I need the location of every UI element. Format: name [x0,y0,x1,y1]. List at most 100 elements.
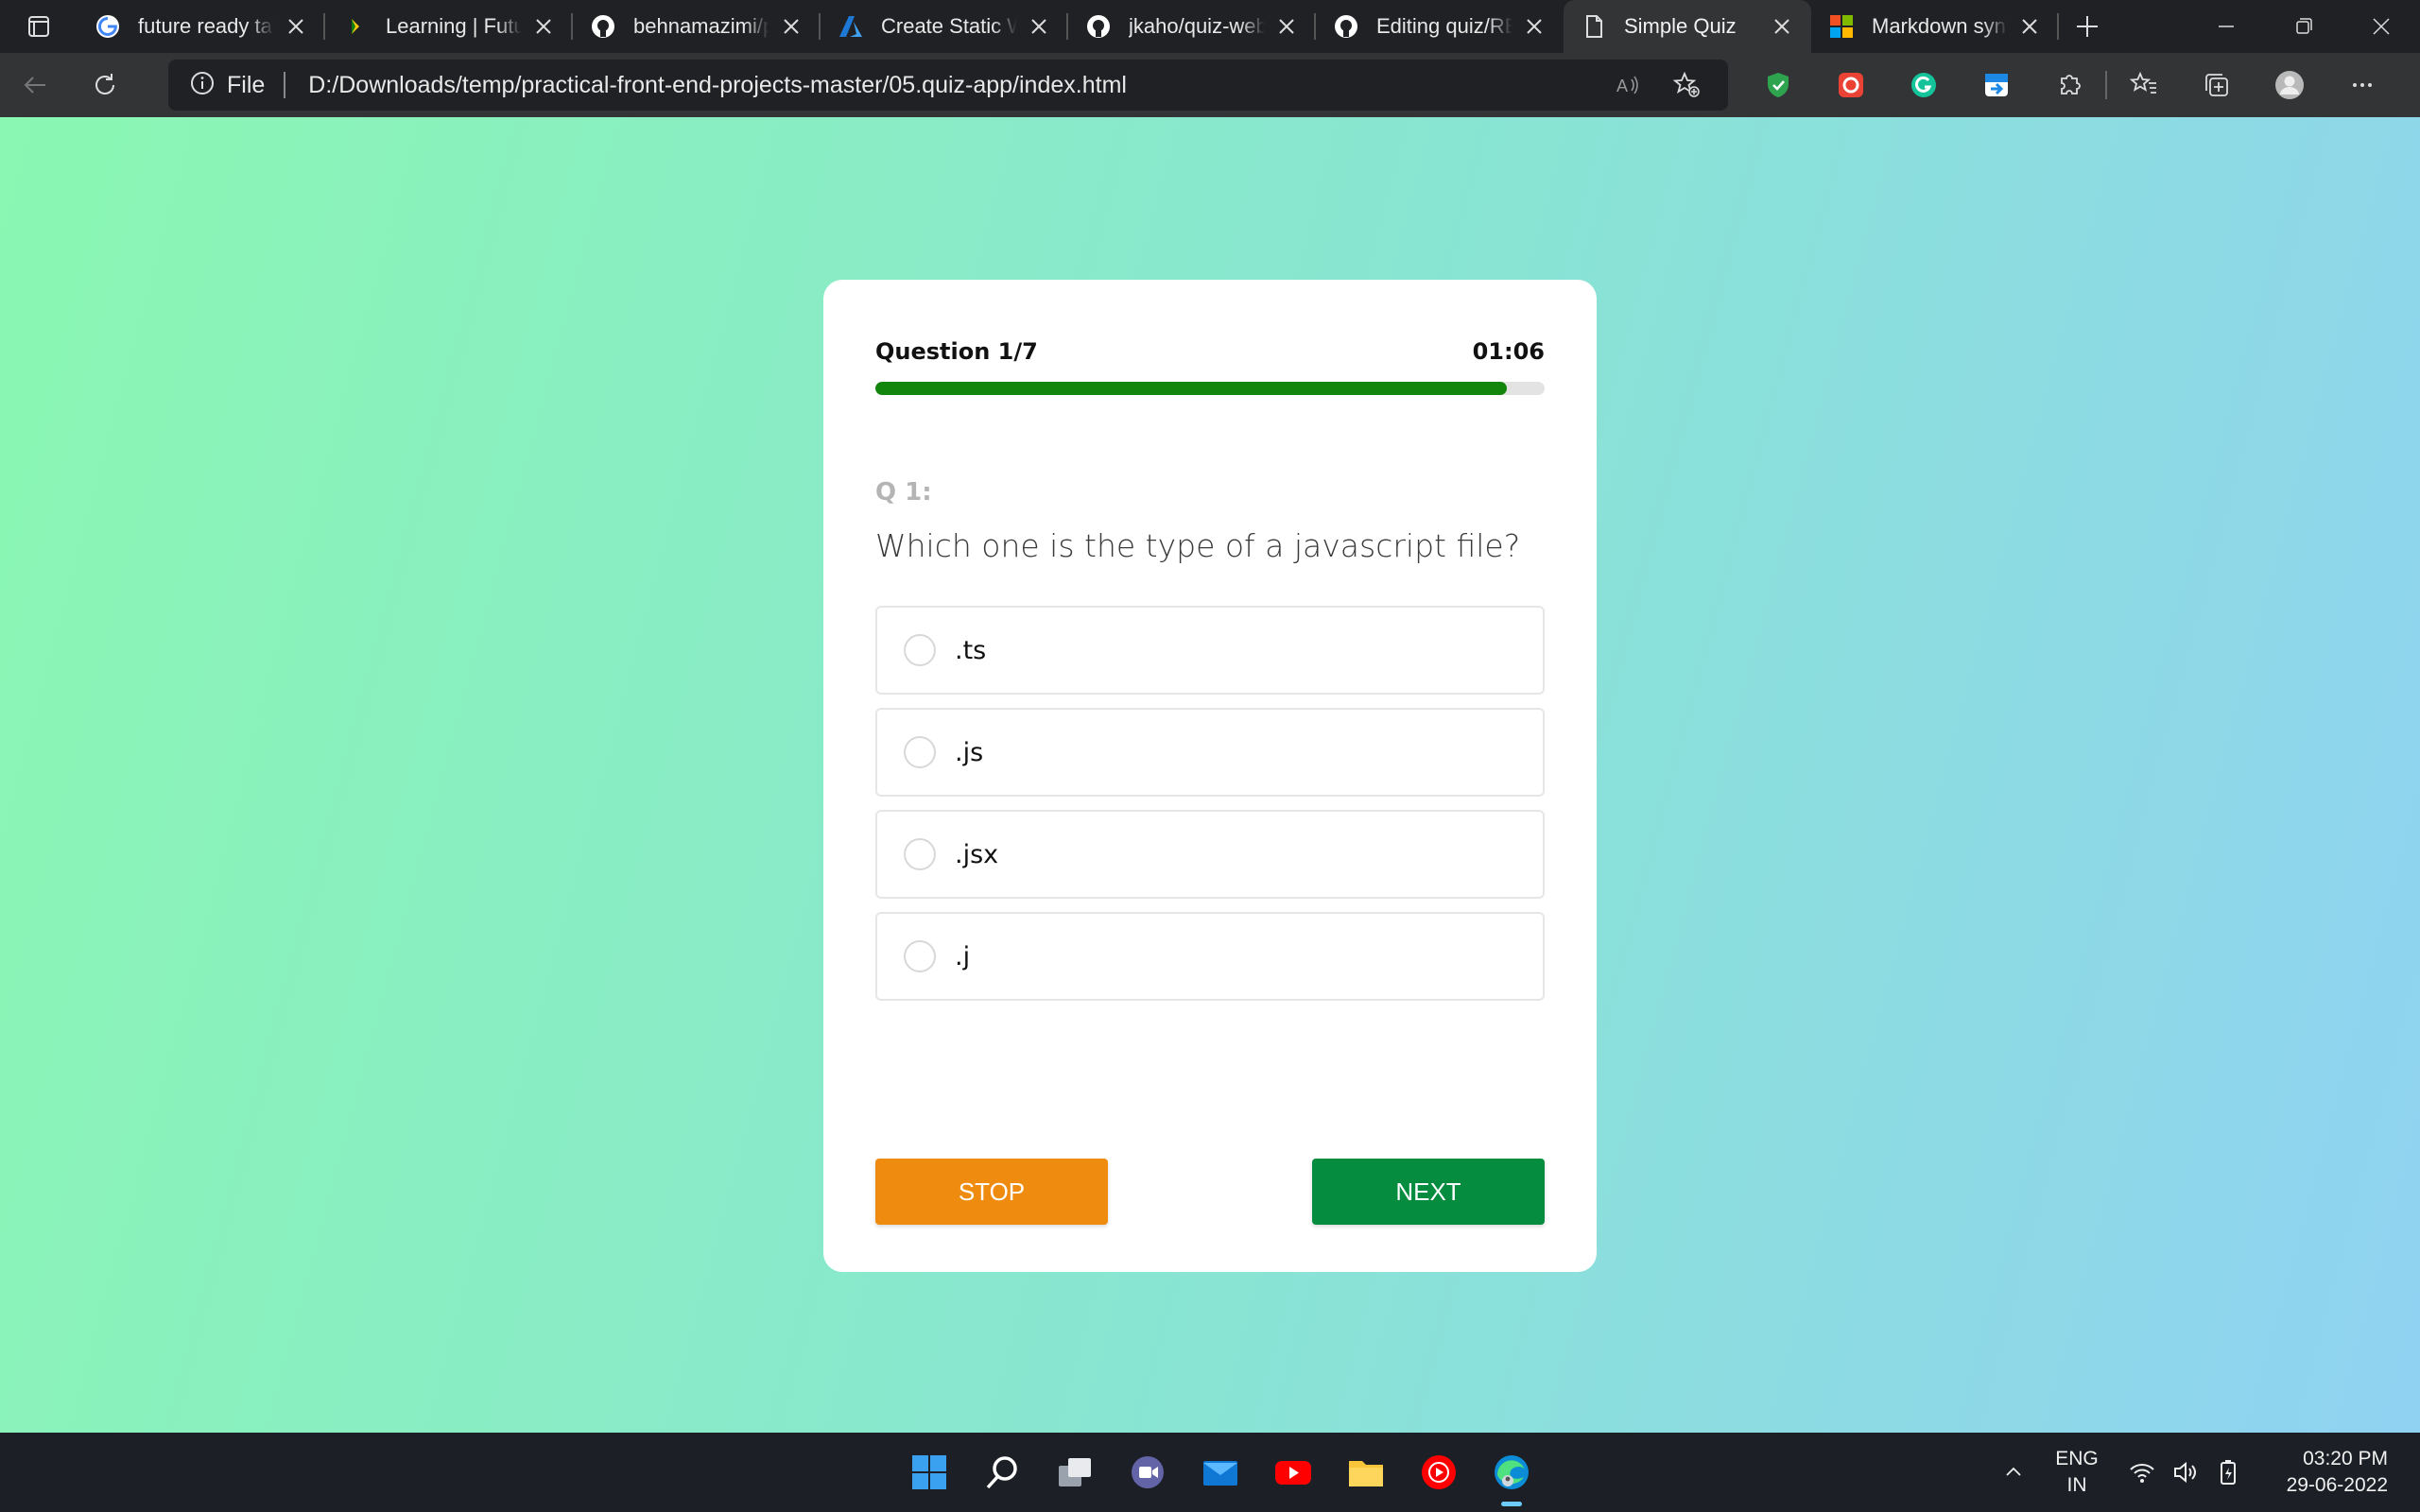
answer-option[interactable]: .ts [875,606,1545,695]
mail-icon [1202,1461,1237,1486]
system-tray: ENG IN 03:20 PM 29-06-2022 [1985,1433,2420,1512]
browser-tab[interactable]: Editing quiz/README.md [1316,0,1564,53]
radio-button[interactable] [904,736,936,768]
restore-button[interactable] [2265,0,2342,53]
taskbar-apps [892,1433,1547,1512]
chevron-up-icon [2006,1467,2021,1476]
tab-title: Editing quiz/README.md [1376,14,1512,38]
next-button[interactable]: NEXT [1312,1159,1545,1225]
progress-bar-fill [875,382,1507,395]
question-number: Q 1: [875,478,932,507]
scheme-label: File [227,71,266,98]
grammarly-icon[interactable] [1887,53,1960,117]
back-button[interactable] [0,53,70,117]
tab-title: Create Static Web Apps [881,14,1017,38]
tab-title: behnamazimi/practical-front-end-projects [633,14,769,38]
close-icon[interactable] [1768,12,1796,41]
tab-title: jkaho/quiz-web-app [1129,14,1265,38]
quiz-card: Question 1/7 01:06 Q 1: Which one is the… [823,280,1597,1272]
microsoft-icon [1828,13,1855,40]
input-language-indicator[interactable]: ENG IN [2042,1446,2112,1499]
browser-tab[interactable]: jkaho/quiz-web-app [1068,0,1316,53]
profile-avatar[interactable] [2253,53,2325,117]
close-icon[interactable] [282,12,310,41]
favorites-icon[interactable] [2107,53,2180,117]
browser-tab[interactable]: Learning | Future Ready Talent [325,0,573,53]
close-icon[interactable] [529,12,558,41]
google-icon [95,13,121,40]
clock[interactable]: 03:20 PM 29-06-2022 [2259,1446,2420,1499]
browser-tab[interactable]: Create Static Web Apps [821,0,1068,53]
github-icon [1085,13,1112,40]
close-icon[interactable] [2015,12,2044,41]
task-view-icon [1058,1458,1091,1486]
svg-text:A: A [1616,77,1628,95]
windows-taskbar: ENG IN 03:20 PM 29-06-2022 [0,1433,2420,1512]
minimize-button[interactable] [2187,0,2265,53]
browser-tab[interactable]: Markdown syntax [1811,0,2059,53]
close-window-button[interactable] [2342,0,2420,53]
youtube-icon [1274,1461,1311,1485]
tray-status-icons[interactable] [2123,1459,2248,1486]
refresh-button[interactable] [70,53,140,117]
radio-button[interactable] [904,634,936,666]
read-aloud-icon[interactable]: A [1605,62,1651,108]
collections-icon[interactable] [2180,53,2253,117]
region-code: IN [2066,1474,2087,1496]
address-bar[interactable]: File D:/Downloads/temp/practical-front-e… [168,60,1728,111]
answer-option[interactable]: .js [875,708,1545,797]
quiz-timer: 01:06 [1472,338,1545,365]
show-hidden-icons-button[interactable] [1985,1462,2042,1483]
new-tab-button[interactable] [2059,0,2116,53]
clock-time: 03:20 PM [2303,1448,2388,1469]
stop-button[interactable]: STOP [875,1159,1108,1225]
quiz-actions: STOP NEXT [875,1159,1545,1225]
radio-button[interactable] [904,940,936,972]
close-icon[interactable] [1272,12,1301,41]
restore-icon [2296,18,2312,34]
back-arrow-icon [24,77,45,94]
answer-option-label: .j [955,941,971,971]
add-favorite-icon[interactable] [1664,62,1709,108]
windows-start-icon [911,1455,946,1489]
start-button[interactable] [892,1433,965,1512]
refresh-icon [95,74,114,94]
question-text: Which one is the type of a javascript fi… [875,527,1521,564]
browser-tab-active[interactable]: Simple Quiz [1564,0,1811,53]
search-button[interactable] [965,1433,1038,1512]
azure-icon [838,13,864,40]
close-icon[interactable] [1025,12,1053,41]
browser-tab[interactable]: behnamazimi/practical-front-end-projects [573,0,821,53]
close-icon[interactable] [1520,12,1548,41]
address-divider [284,72,286,98]
info-icon[interactable] [189,70,216,101]
task-view-button[interactable] [1038,1433,1111,1512]
extensions-puzzle-icon[interactable] [2032,53,2105,117]
radio-button[interactable] [904,838,936,870]
more-options-icon[interactable] [2325,53,2398,117]
tab-actions-button[interactable] [0,0,78,53]
browser-toolbar: File D:/Downloads/temp/practical-front-e… [0,53,2420,117]
question-counter: Question 1/7 [875,338,1038,365]
minimize-icon [2219,26,2234,27]
youtube-music-button[interactable] [1402,1433,1475,1512]
browser-tab[interactable]: future ready talent [78,0,325,53]
adblock-shield-icon[interactable] [1741,53,1814,117]
tab-actions-icon [28,16,49,37]
file-explorer-button[interactable] [1329,1433,1402,1512]
send-tab-icon[interactable] [1960,53,2032,117]
tab-title: Learning | Future Ready Talent [386,14,522,38]
folder-icon [1348,1461,1383,1486]
close-icon[interactable] [777,12,805,41]
teams-chat-button[interactable] [1111,1433,1184,1512]
edge-button[interactable] [1475,1433,1547,1512]
youtube-button[interactable] [1256,1433,1329,1512]
answer-option[interactable]: .jsx [875,810,1545,899]
tab-title: Markdown syntax [1872,14,2008,38]
answer-option-label: .ts [955,635,987,665]
mail-button[interactable] [1184,1433,1256,1512]
opera-extension-icon[interactable] [1814,53,1887,117]
answer-option[interactable]: .j [875,912,1545,1001]
youtube-music-icon [1421,1455,1456,1489]
url-text[interactable]: D:/Downloads/temp/practical-front-end-pr… [308,72,1592,99]
